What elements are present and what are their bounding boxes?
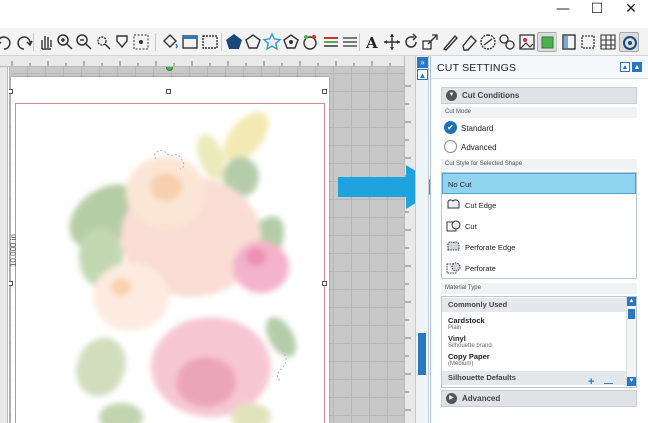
perforate-edge-icon [447,241,460,251]
top-ruler [0,56,404,67]
shapes-library-icon[interactable] [281,32,301,52]
chevron-right-icon: ▶ [446,393,457,404]
remove-material-button[interactable]: — [604,378,613,388]
toolbar: A [0,28,648,56]
rotate-icon[interactable] [401,32,421,52]
cut-border-icon[interactable] [578,32,598,52]
replicate-icon[interactable] [497,32,517,52]
advanced-radio[interactable] [444,140,457,153]
star-icon[interactable] [262,32,282,52]
eraser-icon[interactable] [459,32,479,52]
add-material-button[interactable]: + [588,376,594,388]
material-sub: (Medium) [448,361,474,367]
material-type-label: Material Type [441,283,637,294]
zoom-out-icon[interactable] [74,32,94,52]
panel-pin-icon[interactable]: ▲ [632,62,642,72]
undo-icon[interactable] [14,32,34,52]
design-canvas[interactable]: 10.000 in [9,67,404,423]
collapse-panel-button[interactable]: » [417,57,428,68]
height-dimension: 10.000 in [9,234,18,267]
material-scrollbar[interactable]: ▲ ▼ [626,297,636,387]
right-ruler [404,56,415,423]
scroll-up-icon[interactable]: ▲ [627,297,636,306]
material-item[interactable]: Copy Paper [448,352,490,361]
style-label: Cut Edge [465,201,497,210]
design-store-icon[interactable] [517,32,537,52]
material-item[interactable]: Cardstock [448,316,485,325]
grid-icon[interactable] [598,32,618,52]
cut-style-no-cut[interactable]: No Cut [442,173,636,194]
maximize-icon[interactable]: ☐ [580,0,614,20]
style-label: No Cut [448,180,472,189]
cut-style-cut-edge[interactable]: Cut Edge [442,195,636,216]
section-label: Cut Conditions [462,91,520,100]
cut-style-list: No Cut Cut Edge Cut Perforate Edge Perfo… [441,172,637,279]
style-label: Perforate Edge [465,243,516,252]
scale-icon[interactable] [420,32,440,52]
cut-style-cut[interactable]: Cut [442,216,636,237]
chevron-down-icon: ▼ [446,90,457,101]
pentagon-icon[interactable] [224,32,244,52]
fill-bucket-icon[interactable] [160,32,180,52]
section-label: Advanced [462,394,501,403]
panel-collapse-strip: » ▲ [415,56,429,423]
panel-title: CUT SETTINGS [437,62,517,74]
page: 10.000 in [9,67,329,423]
pan-hand-icon[interactable] [36,32,56,52]
rotate-handle[interactable] [166,67,173,71]
move-icon[interactable] [382,32,402,52]
cut-style-label: Cut Style for Selected Shape [441,159,637,170]
fit-to-page-icon[interactable] [131,32,151,52]
material-group-header[interactable]: Commonly Used [442,298,626,312]
perforate-icon [446,262,461,274]
zoom-in-icon[interactable] [55,32,75,52]
close-icon[interactable]: ✕ [614,0,648,20]
line-style-icon[interactable] [340,32,360,52]
style-label: Perforate [465,264,496,273]
material-group-header[interactable]: Silhouette Defaults [442,371,626,385]
knife-icon[interactable] [440,32,460,52]
title-bar: — ☐ ✕ [0,0,648,28]
polygon-icon[interactable] [243,32,263,52]
advanced-label: Advanced [461,143,497,152]
page-setup-icon[interactable] [180,32,200,52]
scrollbar-thumb[interactable] [418,333,426,375]
registration-marks-icon[interactable] [200,32,220,52]
cut-edge-icon [447,199,460,209]
material-sub: Plain [448,325,462,331]
style-label: Cut [465,222,477,231]
svg-text:A: A [365,34,378,52]
offset-icon[interactable] [300,32,320,52]
page-panel-icon[interactable] [559,32,579,52]
minimize-icon[interactable]: — [546,0,580,20]
material-sub: Silhouette brand [448,343,492,349]
text-tool-icon[interactable]: A [362,32,382,52]
panel-up-icon[interactable]: ▲ [620,62,630,72]
trace-icon[interactable] [478,32,498,52]
material-list: Commonly Used Cardstock Plain Vinyl Silh… [441,296,637,388]
zoom-select-icon[interactable] [93,32,113,52]
standard-radio[interactable]: ✔ [444,121,457,134]
cut-settings-panel: CUT SETTINGS ▲ ▲ ▼ Cut Conditions Cut Mo… [430,56,648,423]
cut-style-perforate-edge[interactable]: Perforate Edge [442,237,636,258]
cut-icon [446,220,461,232]
floral-artwork[interactable] [11,77,329,423]
material-item[interactable]: Vinyl [448,334,466,343]
scrollbar-thumb[interactable] [628,309,635,319]
cut-settings-icon[interactable] [619,32,639,52]
advanced-section[interactable]: ▶ Advanced [441,390,637,407]
cut-style-perforate[interactable]: Perforate [442,258,636,279]
panel-header: CUT SETTINGS ▲ ▲ [431,56,648,79]
send-icon[interactable] [537,32,557,52]
cut-conditions-section[interactable]: ▼ Cut Conditions [441,87,637,104]
standard-label: Standard [461,124,494,133]
line-color-icon[interactable] [321,32,341,52]
scroll-up-icon[interactable]: ▲ [417,69,428,80]
redo-icon[interactable] [0,32,14,52]
zoom-drag-icon[interactable] [112,32,132,52]
left-ruler [0,67,8,423]
scroll-down-icon[interactable]: ▼ [627,377,636,386]
cut-mode-label: Cut Mode [441,107,637,118]
